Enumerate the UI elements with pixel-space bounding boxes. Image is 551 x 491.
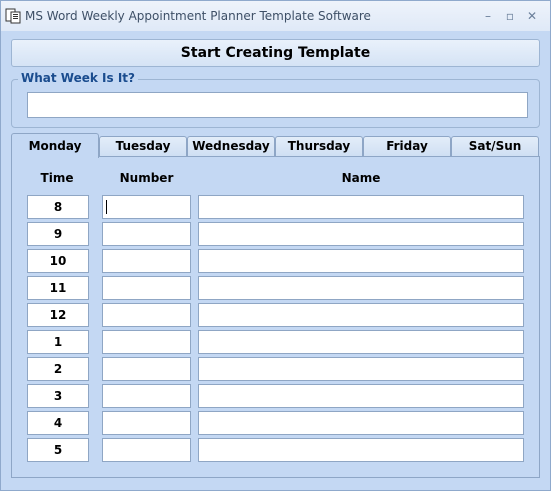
tab-wednesday[interactable]: Wednesday	[187, 136, 275, 156]
name-input[interactable]	[198, 411, 524, 435]
day-tabs: Monday Tuesday Wednesday Thursday Friday…	[11, 133, 540, 158]
time-cell: 10	[27, 249, 89, 273]
window-title: MS Word Weekly Appointment Planner Templ…	[25, 9, 371, 23]
number-input[interactable]	[102, 438, 191, 462]
name-input[interactable]	[198, 330, 524, 354]
close-icon[interactable]: ✕	[522, 7, 542, 25]
title-bar: MS Word Weekly Appointment Planner Templ…	[1, 1, 550, 31]
time-cell: 8	[27, 195, 89, 219]
number-input[interactable]	[102, 330, 191, 354]
time-cell: 4	[27, 411, 89, 435]
start-creating-template-button[interactable]: Start Creating Template	[11, 39, 540, 67]
number-input[interactable]	[102, 195, 191, 219]
number-input[interactable]	[102, 384, 191, 408]
table-row: 9	[12, 222, 539, 246]
name-input[interactable]	[198, 195, 524, 219]
name-input[interactable]	[198, 438, 524, 462]
table-row: 4	[12, 411, 539, 435]
name-input[interactable]	[198, 357, 524, 381]
app-icon	[5, 8, 21, 24]
table-row: 5	[12, 438, 539, 462]
time-cell: 12	[27, 303, 89, 327]
tab-friday[interactable]: Friday	[363, 136, 451, 156]
number-input[interactable]	[102, 222, 191, 246]
time-cell: 2	[27, 357, 89, 381]
number-column-header: Number	[119, 171, 174, 185]
minimize-icon[interactable]: –	[478, 7, 498, 25]
number-input[interactable]	[102, 276, 191, 300]
table-row: 10	[12, 249, 539, 273]
tab-monday[interactable]: Monday	[11, 133, 99, 158]
week-legend: What Week Is It?	[18, 71, 138, 85]
time-cell: 5	[27, 438, 89, 462]
number-input[interactable]	[102, 303, 191, 327]
time-column-header: Time	[40, 171, 74, 185]
maximize-icon[interactable]: ▫	[500, 7, 520, 25]
name-input[interactable]	[198, 303, 524, 327]
number-input[interactable]	[102, 249, 191, 273]
number-input[interactable]	[102, 411, 191, 435]
name-input[interactable]	[198, 384, 524, 408]
table-row: 8	[12, 195, 539, 219]
number-input[interactable]	[102, 357, 191, 381]
time-cell: 11	[27, 276, 89, 300]
table-row: 2	[12, 357, 539, 381]
name-input[interactable]	[198, 222, 524, 246]
tab-thursday[interactable]: Thursday	[275, 136, 363, 156]
time-cell: 1	[27, 330, 89, 354]
table-row: 3	[12, 384, 539, 408]
name-input[interactable]	[198, 249, 524, 273]
table-row: 12	[12, 303, 539, 327]
text-caret	[106, 200, 107, 214]
name-column-header: Name	[341, 171, 381, 185]
app-window: MS Word Weekly Appointment Planner Templ…	[0, 0, 551, 491]
tab-tuesday[interactable]: Tuesday	[99, 136, 187, 156]
time-cell: 3	[27, 384, 89, 408]
tab-sat-sun[interactable]: Sat/Sun	[451, 136, 539, 156]
table-row: 1	[12, 330, 539, 354]
name-input[interactable]	[198, 276, 524, 300]
week-input[interactable]	[27, 92, 528, 118]
table-row: 11	[12, 276, 539, 300]
time-cell: 9	[27, 222, 89, 246]
week-group: What Week Is It?	[11, 71, 540, 128]
tab-panel-monday: Time Number Name 8 9 10 11 12 1 2 3 4 5	[11, 156, 540, 478]
